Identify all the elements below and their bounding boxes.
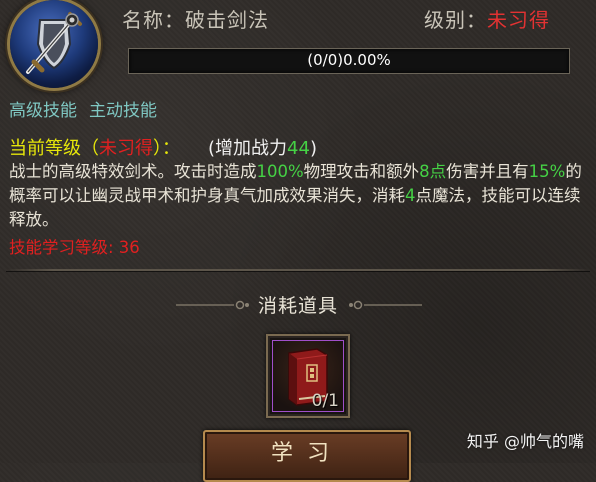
power-label: (增加战力: [208, 138, 288, 159]
section-divider: [6, 269, 590, 271]
skill-level-value: 未习得: [487, 8, 550, 32]
close-paren: ）：: [153, 138, 180, 159]
ornament-right-icon: [349, 300, 422, 310]
skill-description: 战士的高级特效剑术。攻击时造成100%物理攻击和额外8点伤害并且有15%的概率可…: [9, 160, 589, 232]
desc-extra-points: 8点: [419, 162, 447, 181]
current-level-label: 当前等级: [9, 138, 81, 159]
tag-advanced-skill: 高级技能: [9, 101, 77, 121]
tag-active-skill: 主动技能: [89, 101, 157, 121]
consumables-title: 消耗道具: [257, 295, 338, 317]
desc-part1: 战士的高级特效剑术。攻击时造成: [9, 162, 257, 181]
item-count: 0/1: [311, 391, 339, 411]
skill-progress-bar: (0/0)0.00%: [128, 48, 570, 74]
skill-name-label: 名称：: [122, 8, 185, 32]
power-close: ): [309, 138, 317, 159]
desc-chance-percent: 15%: [528, 162, 566, 181]
skill-tags: 高级技能 主动技能: [9, 96, 169, 121]
consumable-item-slot[interactable]: 0/1: [266, 334, 350, 418]
skill-name-value: 破击剑法: [185, 8, 269, 32]
open-paren: （: [81, 138, 99, 159]
learn-level-requirement: 技能学习等级: 36: [9, 238, 140, 257]
progress-text: (0/0)0.00%: [307, 51, 391, 69]
skill-name-row: 名称：破击剑法: [122, 4, 269, 33]
current-level-status: 未习得: [99, 138, 153, 159]
desc-part3: 伤害并且有: [446, 162, 529, 181]
item-frame: 0/1: [272, 340, 344, 412]
sword-shield-icon: [26, 12, 82, 74]
desc-mp-cost: 4: [405, 186, 416, 205]
desc-percent-damage: 100%: [256, 162, 304, 181]
skill-level-row: 级别：未习得: [424, 4, 550, 33]
learn-button[interactable]: 学习: [203, 430, 411, 482]
watermark: 知乎 @帅气的嘴: [466, 432, 584, 451]
desc-part2: 物理攻击和额外: [303, 162, 420, 181]
skill-level-label: 级别：: [424, 8, 487, 32]
power-increase: (增加战力44): [208, 138, 317, 159]
current-level-row: 当前等级（未习得）： (增加战力44): [9, 134, 317, 160]
power-value: 44: [287, 138, 310, 159]
skill-icon: [10, 0, 98, 88]
